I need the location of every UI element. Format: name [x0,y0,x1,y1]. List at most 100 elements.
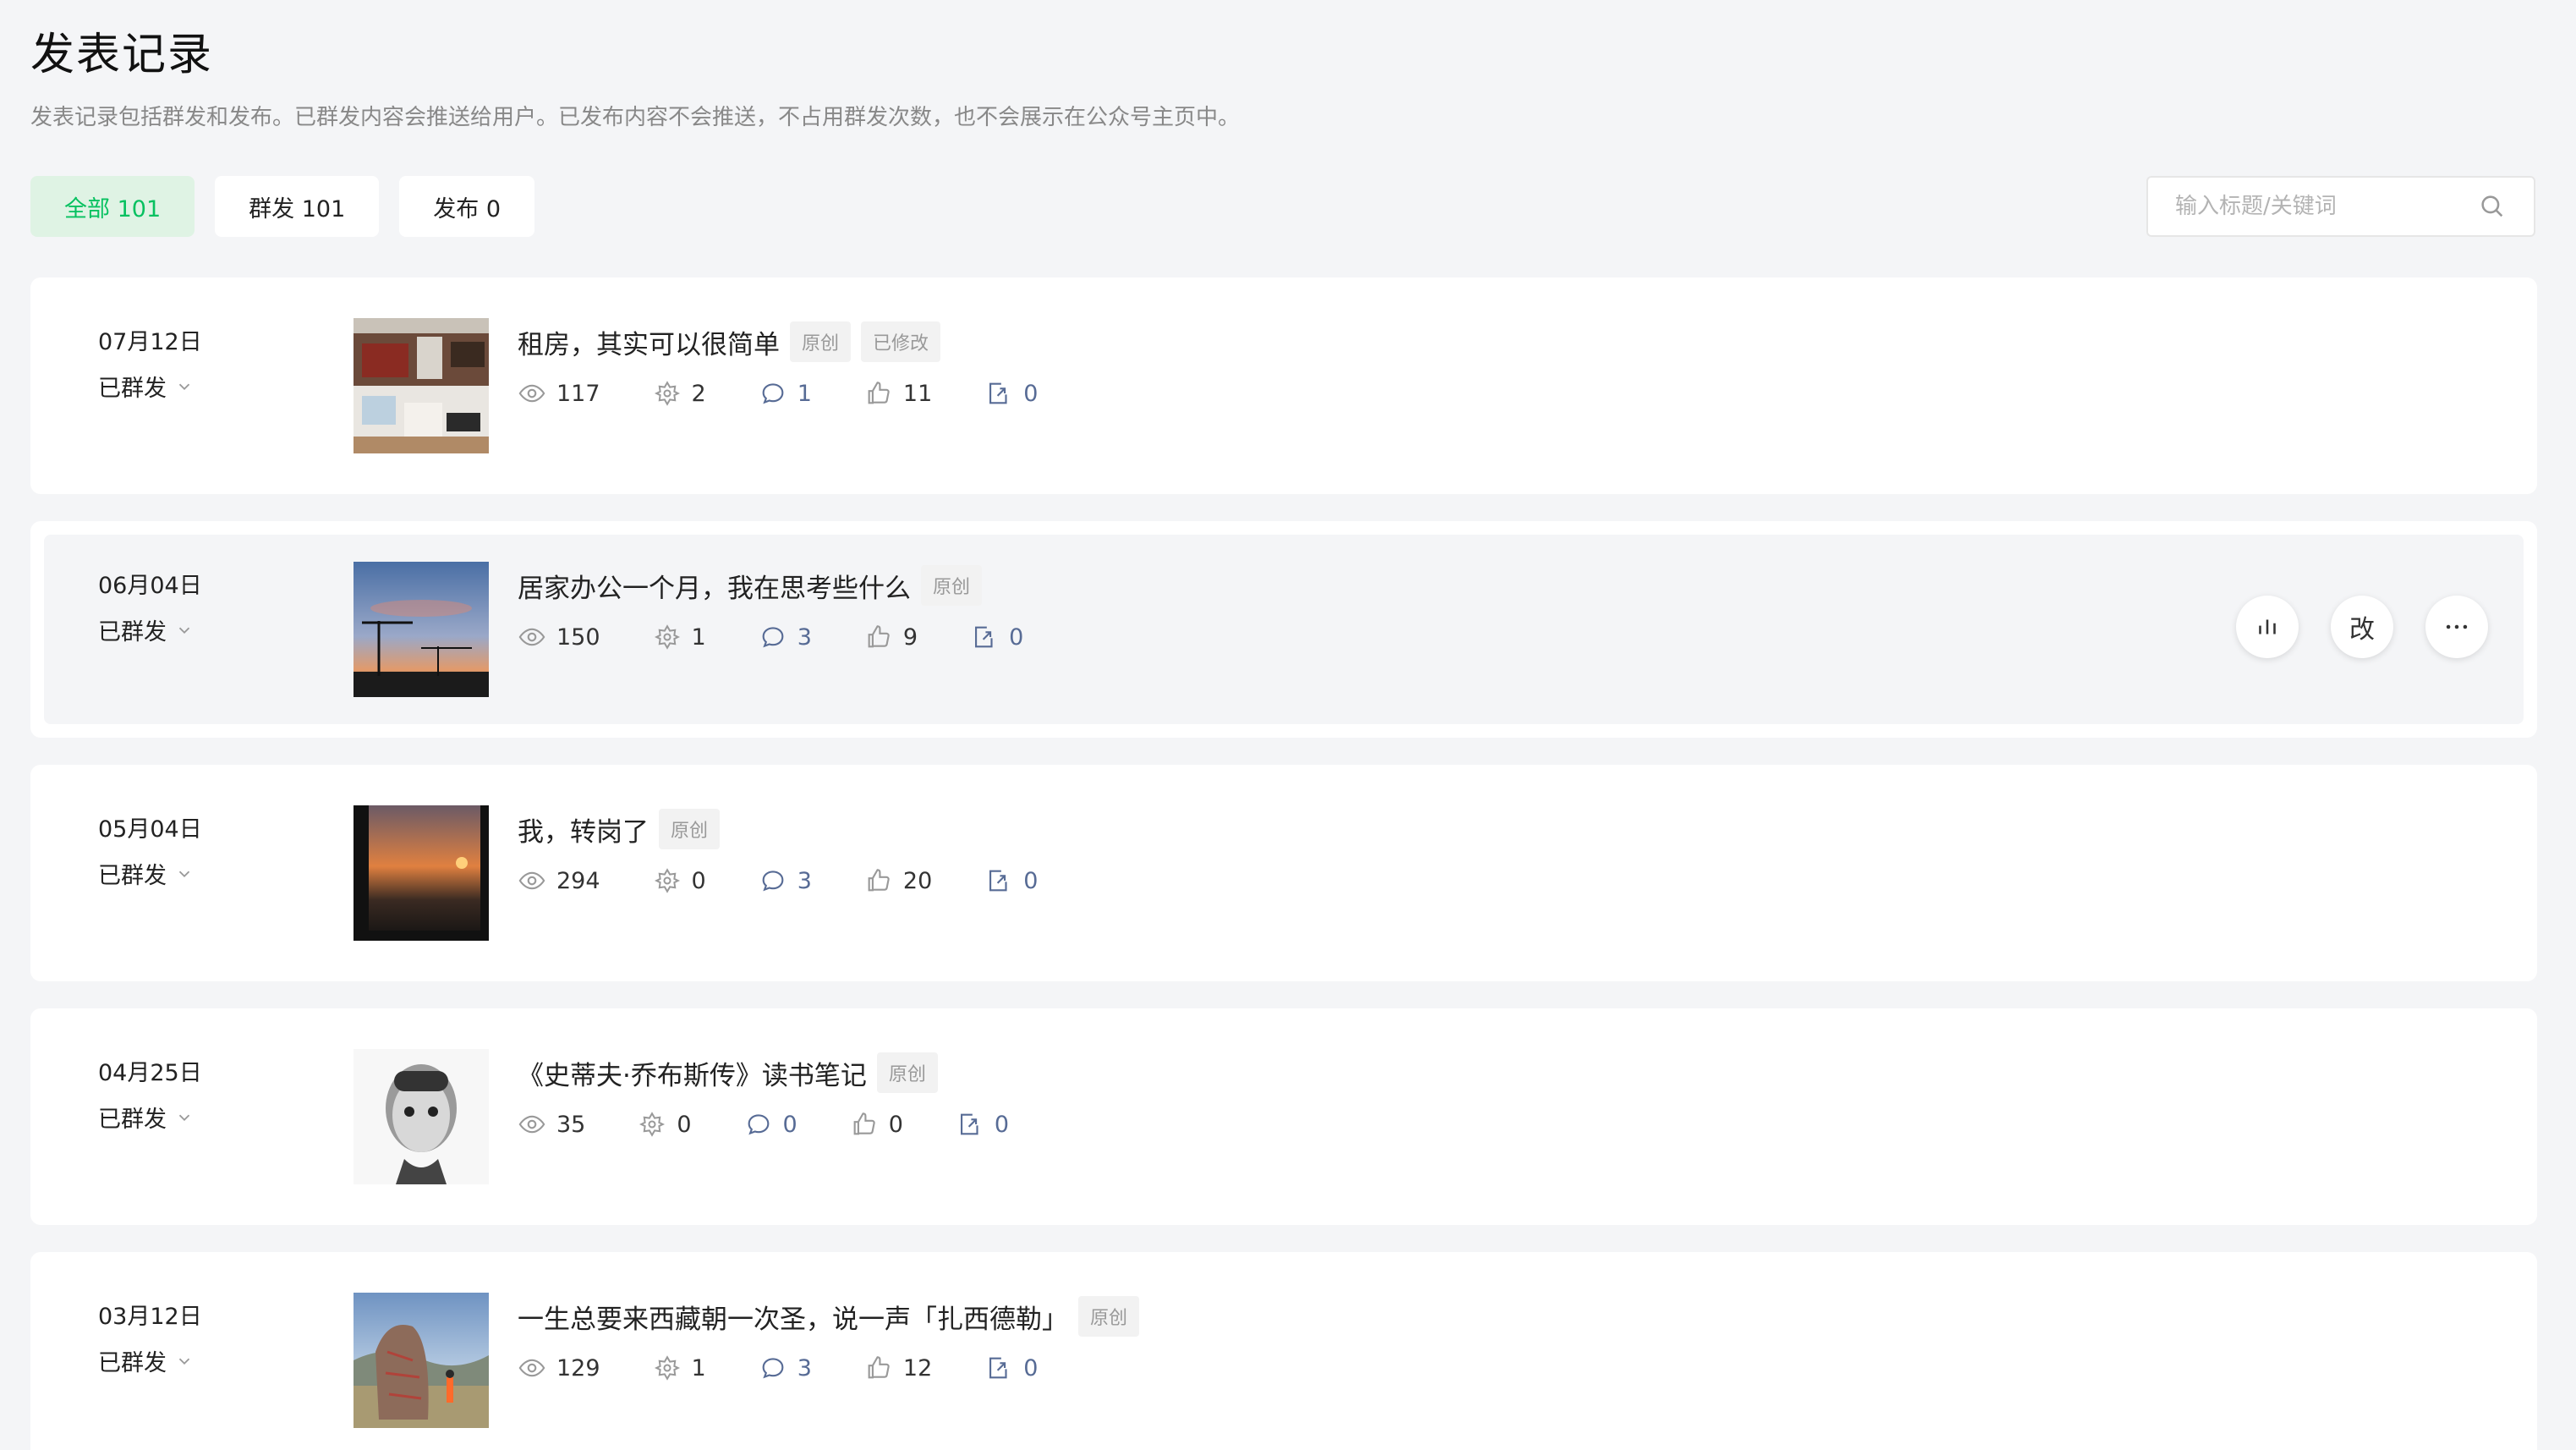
publish-date: 03月12日 [98,1304,202,1330]
article-title[interactable]: 一生总要来西藏朝一次圣，说一声「扎西德勒」 [518,1298,1068,1336]
article-title[interactable]: 我，转岗了 [518,810,649,849]
forwards-stat[interactable]: 0 [984,866,1038,895]
chevron-down-icon [178,1358,190,1365]
comments-stat[interactable]: 3 [759,623,812,651]
row-actions: 改 [2236,596,2488,658]
thumbs-up-icon [853,1112,875,1135]
comments-stat[interactable]: 3 [759,866,812,895]
chevron-down-icon [178,1114,190,1121]
search-input[interactable] [2175,194,2478,219]
share-flower-icon [639,1112,666,1137]
comments-stat[interactable]: 3 [759,1354,812,1382]
views-stat: 129 [518,1354,600,1382]
status-label: 已群发 [98,1107,167,1133]
forward-doc-icon [975,626,993,648]
article-stats: 294 0 3 20 0 [518,866,1090,895]
forward-doc-icon [989,382,1007,404]
original-tag: 原创 [659,809,721,849]
shares-stat: 1 [653,623,706,651]
views-stat: 35 [518,1110,585,1139]
status-label: 已群发 [98,376,167,402]
bar-chart-icon [2259,619,2276,634]
page-title: 发表记录 [30,30,214,80]
article-card[interactable]: 07月12日 已群发 租房，其实可以很简单 原创 已修改 117 2 1 11 … [30,277,2537,494]
window-sunset-photo [354,805,489,941]
modified-tag: 已修改 [861,321,941,362]
search-box [2146,176,2535,237]
status-dropdown[interactable]: 已群发 [98,1101,202,1134]
eye-icon [518,384,545,403]
comment-icon [762,1358,784,1379]
tab-publish[interactable]: 发布 0 [399,176,535,237]
forwards-stat[interactable]: 0 [970,623,1023,651]
thumbs-up-icon [868,869,890,892]
forward-doc-icon [989,870,1007,892]
thumbs-up-icon [868,1356,890,1379]
thumbs-up-icon [868,382,890,404]
shares-stat: 0 [653,866,706,895]
article-title[interactable]: 租房，其实可以很简单 [518,323,780,361]
eye-icon [518,871,545,890]
forwards-stat[interactable]: 0 [984,379,1038,408]
comment-icon [762,871,784,892]
status-label: 已群发 [98,619,167,645]
article-card[interactable]: 05月04日 已群发 我，转岗了 原创 294 0 3 20 0 [30,765,2537,981]
status-dropdown[interactable]: 已群发 [98,613,202,646]
publish-records-page: 发表记录 发表记录包括群发和发布。已群发内容会推送给用户。已发布内容不会推送，不… [0,0,2576,1450]
filter-tabs: 全部 101 群发 101 发布 0 [30,176,535,237]
forward-doc-icon [960,1113,978,1135]
views-stat: 117 [518,379,600,408]
article-card[interactable]: 06月04日 已群发 居家办公一个月，我在思考些什么 原创 150 1 3 9 … [30,521,2537,738]
shares-stat: 1 [653,1354,706,1382]
forward-doc-icon [989,1357,1007,1379]
publish-date: 05月04日 [98,816,202,843]
likes-stat: 11 [864,379,932,408]
edit-button[interactable]: 改 [2331,596,2393,658]
article-stats: 129 1 3 12 0 [518,1354,1090,1382]
thumbs-up-icon [868,625,890,648]
article-thumbnail[interactable] [354,1049,489,1184]
article-thumbnail[interactable] [354,318,489,453]
data-button[interactable] [2236,596,2299,658]
comment-icon [762,383,784,404]
tab-all[interactable]: 全部 101 [30,176,195,237]
comments-stat[interactable]: 1 [759,379,812,408]
eye-icon [518,1115,545,1134]
article-thumbnail[interactable] [354,1293,489,1428]
chevron-down-icon [178,627,190,634]
article-stats: 117 2 1 11 0 [518,379,1090,408]
status-dropdown[interactable]: 已群发 [98,370,202,403]
article-stats: 35 0 0 0 0 [518,1110,1061,1139]
article-thumbnail[interactable] [354,562,489,697]
status-label: 已群发 [98,1350,167,1376]
original-tag: 原创 [1078,1296,1140,1337]
status-dropdown[interactable]: 已群发 [98,1344,202,1377]
forwards-stat[interactable]: 0 [956,1110,1009,1139]
search-icon[interactable] [2478,192,2507,221]
status-dropdown[interactable]: 已群发 [98,857,202,890]
article-thumbnail[interactable] [354,805,489,941]
article-title[interactable]: 居家办公一个月，我在思考些什么 [518,567,911,605]
article-stats: 150 1 3 9 0 [518,623,1076,651]
shares-stat: 0 [638,1110,692,1139]
chevron-down-icon [178,383,190,390]
likes-stat: 9 [864,623,918,651]
publish-date: 04月25日 [98,1060,202,1086]
tab-mass-send[interactable]: 群发 101 [215,176,380,237]
comment-icon [762,627,784,648]
article-list: 07月12日 已群发 租房，其实可以很简单 原创 已修改 117 2 1 11 … [30,277,2537,1450]
article-card[interactable]: 03月12日 已群发 一生总要来西藏朝一次圣，说一声「扎西德勒」 原创 129 … [30,1252,2537,1450]
comments-stat[interactable]: 0 [744,1110,797,1139]
original-tag: 原创 [921,565,983,606]
publish-date: 06月04日 [98,573,202,599]
room-photo [354,318,489,453]
share-flower-icon [654,1355,680,1381]
share-flower-icon [654,624,680,650]
article-title[interactable]: 《史蒂夫·乔布斯传》读书笔记 [518,1054,867,1092]
more-button[interactable] [2425,596,2488,658]
eye-icon [518,1359,545,1377]
status-label: 已群发 [98,863,167,889]
tibet-stone-photo [354,1293,489,1428]
article-card[interactable]: 04月25日 已群发 《史蒂夫·乔布斯传》读书笔记 原创 35 0 0 0 0 [30,1008,2537,1225]
forwards-stat[interactable]: 0 [984,1354,1038,1382]
